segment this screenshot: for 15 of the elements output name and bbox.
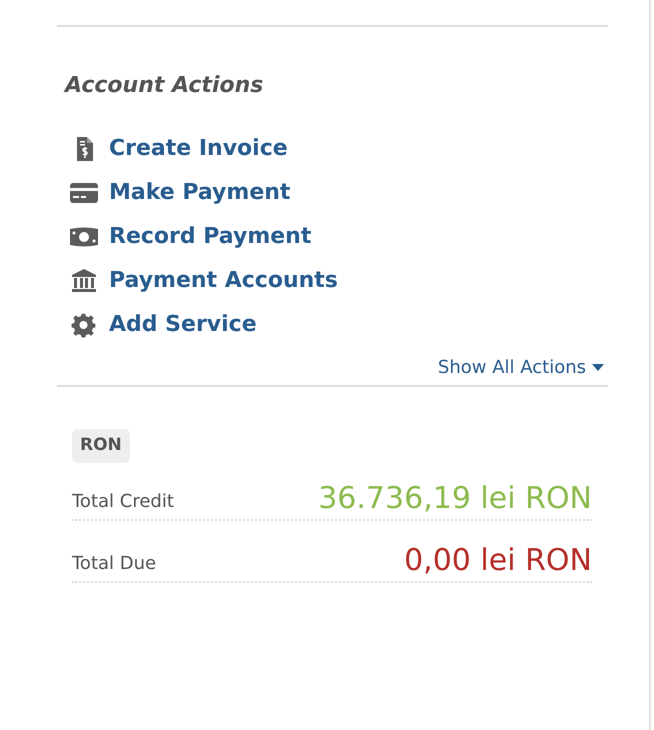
caret-icon — [592, 364, 604, 371]
bank-icon — [69, 268, 99, 294]
credit-card-icon — [69, 180, 99, 206]
action-link[interactable]: Add Service — [69, 306, 257, 344]
total-label: Total Credit — [72, 490, 174, 514]
action-link[interactable]: Make Payment — [69, 174, 290, 212]
action-link[interactable]: Record Payment — [69, 218, 312, 256]
action-link[interactable]: Create Invoice — [69, 130, 288, 168]
action-link[interactable]: Payment Accounts — [69, 262, 338, 300]
show-all-actions-link[interactable]: Show All Actions — [438, 354, 604, 381]
currency-tag: RON — [72, 429, 130, 462]
section-title: Account Actions — [65, 72, 264, 100]
total-label: Total Due — [72, 552, 156, 576]
total-amount: 0,00 lei RON — [404, 544, 592, 576]
total-amount: 36.736,19 lei RON — [318, 482, 592, 514]
